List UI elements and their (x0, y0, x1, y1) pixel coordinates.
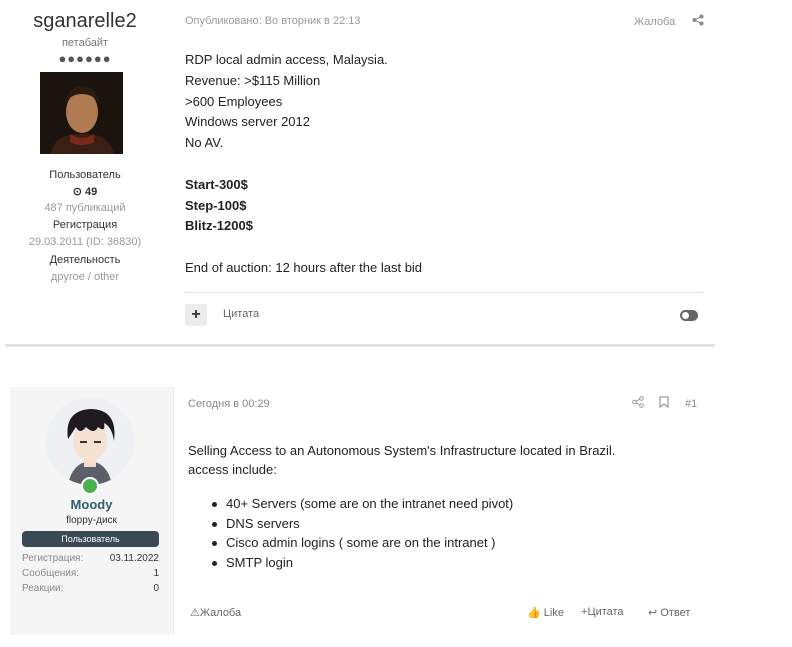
post1-published-date: Опубликовано: Во вторник в 22:13 (185, 15, 361, 27)
post1-registration: 29.03.2011 (ID: 36830) (28, 236, 142, 248)
stat-label: Реакции: (22, 583, 64, 594)
post2-intro-line: Selling Access to an Autonomous System's… (188, 443, 616, 458)
post2-stat-row: Регистрация: 03.11.2022 (22, 553, 159, 564)
post1-line: >600 Employees (185, 93, 283, 109)
post1-avatar[interactable] (40, 72, 123, 154)
post1-separator (185, 292, 703, 293)
bookmark-icon[interactable] (659, 396, 669, 411)
post2-stat-row: Реакции: 0 (22, 583, 159, 594)
post1-bid-blitz: Blitz-1200$ (185, 218, 253, 234)
reply-icon: ↩ (648, 607, 658, 619)
post2-username[interactable]: Moody (10, 497, 173, 512)
list-item: Cisco admin logins ( some are on the int… (210, 533, 513, 553)
post2-report-button[interactable]: ⚠Жалоба (190, 606, 241, 619)
stat-value: 0 (153, 583, 159, 594)
post1-role: Пользователь (49, 169, 121, 181)
post2-like-button[interactable]: 👍 Like (527, 606, 564, 619)
post1-auction-end: End of auction: 12 hours after the last … (185, 259, 423, 275)
stat-label: Сообщения: (22, 568, 80, 579)
post1-rank: петабайт (61, 37, 109, 49)
post2-stat-row: Сообщения: 1 (22, 568, 159, 579)
list-item: 40+ Servers (some are on the intranet ne… (210, 494, 513, 514)
post2-panel-border (173, 387, 174, 635)
post1-activity-label: Деятельность (49, 254, 121, 266)
bell-icon: ⚠ (190, 607, 200, 619)
thumbs-up-icon: 👍 (527, 607, 541, 619)
toggle-icon[interactable] (680, 310, 698, 321)
post1-quote-button[interactable]: Цитата (223, 308, 259, 320)
post1-report-link[interactable]: Жалоба (634, 16, 675, 28)
post2-avatar[interactable] (46, 397, 134, 485)
post1-body: RDP local admin access, Malaysia. Revenu… (185, 50, 685, 279)
post1-bid-step: Step-100$ (185, 197, 247, 213)
post1-line: No AV. (185, 135, 224, 151)
post1-bid-start: Start-300$ (185, 176, 248, 192)
post1-line: Windows server 2012 (185, 114, 310, 130)
post1-rank-dots: ●●●●●● (58, 51, 112, 66)
post1-posts-count: 487 публикаций (44, 202, 126, 214)
post1-line: Revenue: >$115 Million (185, 72, 321, 88)
share-icon[interactable] (692, 14, 704, 29)
post2-intro-line: access include: (188, 462, 277, 477)
stat-value: 1 (153, 568, 159, 579)
post2-user-title: floppy-диск (66, 515, 117, 526)
online-status-icon (81, 477, 99, 495)
post2-quote-button[interactable]: +Цитата (581, 606, 624, 618)
post1-reputation: ⊙ 49 (72, 186, 98, 198)
plus-icon[interactable]: + (185, 304, 207, 326)
post2-intro: Selling Access to an Autonomous System's… (188, 441, 688, 479)
list-item: DNS servers (210, 514, 513, 534)
post2-reply-button[interactable]: ↩ Ответ (648, 606, 690, 619)
post2-user-badge: Пользователь (22, 531, 159, 547)
post1-activity: другое / other (50, 271, 120, 283)
post2-item-list: 40+ Servers (some are on the intranet ne… (210, 494, 513, 573)
reputation-icon: ⊙ (72, 186, 86, 198)
list-item: SMTP login (210, 553, 513, 573)
share-icon[interactable] (632, 396, 644, 411)
post1-registration-label: Регистрация (52, 219, 118, 231)
post-divider (5, 344, 715, 347)
post1-username[interactable]: sganarelle2 (10, 10, 160, 33)
stat-label: Регистрация: (22, 553, 84, 564)
post2-date[interactable]: Сегодня в 00:29 (188, 398, 270, 410)
post1-line: RDP local admin access, Malaysia. (185, 52, 388, 67)
stat-value: 03.11.2022 (109, 553, 159, 564)
post2-number[interactable]: #1 (685, 398, 697, 410)
